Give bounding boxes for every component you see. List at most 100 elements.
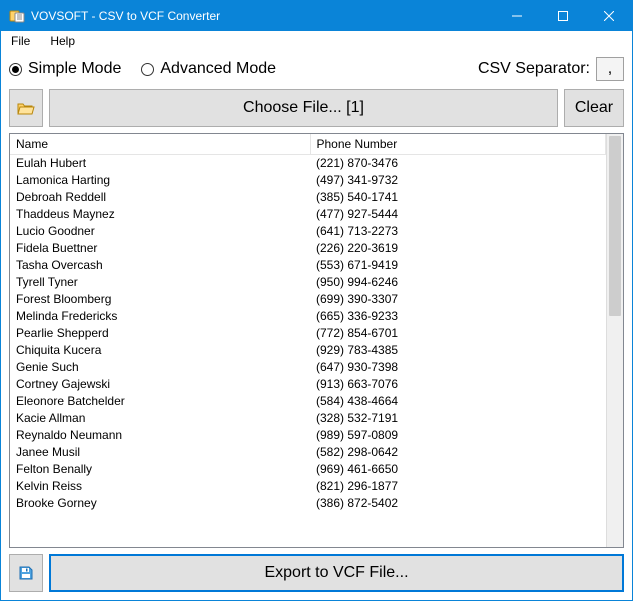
radio-dot-icon — [141, 63, 154, 76]
cell-name: Thaddeus Maynez — [10, 206, 310, 223]
cell-phone: (497) 341-9732 — [310, 172, 606, 189]
cell-phone: (226) 220-3619 — [310, 240, 606, 257]
mode-row: Simple Mode Advanced Mode CSV Separator:… — [9, 55, 624, 83]
table-row[interactable]: Janee Musil(582) 298-0642 — [10, 444, 606, 461]
cell-name: Lucio Goodner — [10, 223, 310, 240]
title-bar[interactable]: VOVSOFT - CSV to VCF Converter — [1, 1, 632, 31]
table-row[interactable]: Fidela Buettner(226) 220-3619 — [10, 240, 606, 257]
mode-radiogroup: Simple Mode Advanced Mode — [9, 60, 276, 78]
minimize-button[interactable] — [494, 1, 540, 31]
cell-phone: (969) 461-6650 — [310, 461, 606, 478]
cell-name: Cortney Gajewski — [10, 376, 310, 393]
table-row[interactable]: Tasha Overcash(553) 671-9419 — [10, 257, 606, 274]
contacts-table: Name Phone Number Eulah Hubert(221) 870-… — [10, 134, 606, 512]
file-toolbar: Choose File... [1] Clear — [9, 89, 624, 127]
radio-advanced-mode[interactable]: Advanced Mode — [141, 60, 276, 78]
cell-phone: (385) 540-1741 — [310, 189, 606, 206]
menu-bar: File Help — [1, 31, 632, 51]
cell-name: Tyrell Tyner — [10, 274, 310, 291]
table-row[interactable]: Eulah Hubert(221) 870-3476 — [10, 155, 606, 172]
export-vcf-button[interactable]: Export to VCF File... — [49, 554, 624, 592]
app-icon — [9, 8, 25, 24]
maximize-button[interactable] — [540, 1, 586, 31]
choose-file-label: Choose File... [1] — [243, 99, 364, 117]
export-row: Export to VCF File... — [9, 554, 624, 592]
contacts-table-scroll[interactable]: Name Phone Number Eulah Hubert(221) 870-… — [10, 134, 606, 547]
contacts-table-wrap: Name Phone Number Eulah Hubert(221) 870-… — [9, 133, 624, 548]
table-row[interactable]: Felton Benally(969) 461-6650 — [10, 461, 606, 478]
cell-name: Kelvin Reiss — [10, 478, 310, 495]
cell-name: Pearlie Shepperd — [10, 325, 310, 342]
table-row[interactable]: Debroah Reddell(385) 540-1741 — [10, 189, 606, 206]
csv-separator-input[interactable]: , — [596, 57, 624, 81]
content-area: Simple Mode Advanced Mode CSV Separator:… — [1, 51, 632, 600]
table-row[interactable]: Kelvin Reiss(821) 296-1877 — [10, 478, 606, 495]
col-header-phone[interactable]: Phone Number — [310, 134, 606, 155]
choose-file-button[interactable]: Choose File... [1] — [49, 89, 558, 127]
window-title: VOVSOFT - CSV to VCF Converter — [31, 1, 494, 31]
table-row[interactable]: Eleonore Batchelder(584) 438-4664 — [10, 393, 606, 410]
cell-phone: (386) 872-5402 — [310, 495, 606, 512]
cell-phone: (913) 663-7076 — [310, 376, 606, 393]
vertical-scrollbar[interactable] — [606, 134, 623, 547]
radio-dot-icon — [9, 63, 22, 76]
cell-phone: (221) 870-3476 — [310, 155, 606, 172]
clear-button[interactable]: Clear — [564, 89, 624, 127]
cell-phone: (989) 597-0809 — [310, 427, 606, 444]
table-row[interactable]: Cortney Gajewski(913) 663-7076 — [10, 376, 606, 393]
open-folder-button[interactable] — [9, 89, 43, 127]
export-vcf-label: Export to VCF File... — [264, 564, 408, 582]
cell-name: Fidela Buettner — [10, 240, 310, 257]
csv-separator-label: CSV Separator: — [478, 60, 590, 78]
cell-phone: (584) 438-4664 — [310, 393, 606, 410]
cell-name: Eulah Hubert — [10, 155, 310, 172]
table-row[interactable]: Genie Such(647) 930-7398 — [10, 359, 606, 376]
table-row[interactable]: Reynaldo Neumann(989) 597-0809 — [10, 427, 606, 444]
cell-phone: (553) 671-9419 — [310, 257, 606, 274]
table-row[interactable]: Kacie Allman(328) 532-7191 — [10, 410, 606, 427]
radio-advanced-label: Advanced Mode — [160, 60, 276, 78]
clear-label: Clear — [575, 99, 613, 117]
cell-phone: (699) 390-3307 — [310, 291, 606, 308]
cell-name: Chiquita Kucera — [10, 342, 310, 359]
cell-phone: (950) 994-6246 — [310, 274, 606, 291]
cell-name: Felton Benally — [10, 461, 310, 478]
table-row[interactable]: Pearlie Shepperd(772) 854-6701 — [10, 325, 606, 342]
cell-phone: (582) 298-0642 — [310, 444, 606, 461]
cell-phone: (647) 930-7398 — [310, 359, 606, 376]
cell-name: Janee Musil — [10, 444, 310, 461]
cell-name: Eleonore Batchelder — [10, 393, 310, 410]
cell-name: Forest Bloomberg — [10, 291, 310, 308]
cell-name: Brooke Gorney — [10, 495, 310, 512]
menu-file[interactable]: File — [7, 33, 34, 49]
table-row[interactable]: Thaddeus Maynez(477) 927-5444 — [10, 206, 606, 223]
close-button[interactable] — [586, 1, 632, 31]
cell-name: Genie Such — [10, 359, 310, 376]
save-icon-button[interactable] — [9, 554, 43, 592]
cell-phone: (772) 854-6701 — [310, 325, 606, 342]
app-window: VOVSOFT - CSV to VCF Converter File Help… — [0, 0, 633, 601]
table-row[interactable]: Tyrell Tyner(950) 994-6246 — [10, 274, 606, 291]
cell-name: Lamonica Harting — [10, 172, 310, 189]
table-header-row: Name Phone Number — [10, 134, 606, 155]
cell-phone: (477) 927-5444 — [310, 206, 606, 223]
cell-phone: (821) 296-1877 — [310, 478, 606, 495]
radio-simple-label: Simple Mode — [28, 60, 121, 78]
cell-name: Kacie Allman — [10, 410, 310, 427]
radio-simple-mode[interactable]: Simple Mode — [9, 60, 121, 78]
cell-phone: (665) 336-9233 — [310, 308, 606, 325]
scrollbar-thumb[interactable] — [609, 136, 621, 316]
col-header-name[interactable]: Name — [10, 134, 310, 155]
table-row[interactable]: Lamonica Harting(497) 341-9732 — [10, 172, 606, 189]
table-row[interactable]: Melinda Fredericks(665) 336-9233 — [10, 308, 606, 325]
table-row[interactable]: Lucio Goodner(641) 713-2273 — [10, 223, 606, 240]
table-row[interactable]: Forest Bloomberg(699) 390-3307 — [10, 291, 606, 308]
cell-phone: (929) 783-4385 — [310, 342, 606, 359]
table-row[interactable]: Brooke Gorney(386) 872-5402 — [10, 495, 606, 512]
table-row[interactable]: Chiquita Kucera(929) 783-4385 — [10, 342, 606, 359]
cell-phone: (328) 532-7191 — [310, 410, 606, 427]
menu-help[interactable]: Help — [46, 33, 79, 49]
cell-name: Tasha Overcash — [10, 257, 310, 274]
cell-phone: (641) 713-2273 — [310, 223, 606, 240]
cell-name: Melinda Fredericks — [10, 308, 310, 325]
